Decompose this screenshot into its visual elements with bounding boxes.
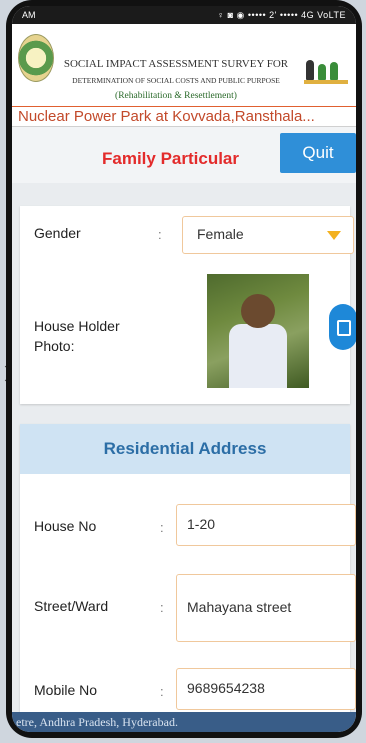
house-no-colon: : bbox=[160, 520, 164, 535]
section-title: Family Particular bbox=[102, 149, 240, 168]
house-no-value: 1-20 bbox=[187, 516, 216, 532]
family-particulars-card: Gender : Female House Holder Photo: bbox=[20, 206, 356, 404]
mobile-no-value: 9689654238 bbox=[187, 680, 265, 696]
mobile-no-label: Mobile No bbox=[34, 682, 98, 698]
app-screen: AM ♀ ◙ ◉ ••••• 2' ••••• 4G VoLTE SOCIAL … bbox=[12, 6, 356, 732]
state-emblem-logo bbox=[18, 34, 54, 82]
camera-button[interactable] bbox=[329, 304, 356, 350]
mobile-no-field[interactable]: 9689654238 bbox=[176, 668, 356, 710]
street-ward-label: Street/Ward bbox=[34, 598, 109, 614]
header-subtitle: DETERMINATION OF SOCIAL COSTS AND PUBLIC… bbox=[72, 76, 280, 85]
gender-colon: : bbox=[158, 227, 162, 242]
app-header: SOCIAL IMPACT ASSESSMENT SURVEY FOR DETE… bbox=[12, 24, 356, 127]
status-time: AM bbox=[22, 10, 36, 20]
residential-address-card: Residential Address House No : 1-20 Stre… bbox=[20, 424, 356, 724]
footer-bar: etre, Andhra Pradesh, Hyderabad. bbox=[12, 712, 356, 732]
quit-button[interactable]: Quit bbox=[280, 133, 356, 173]
street-ward-colon: : bbox=[160, 600, 164, 615]
residential-address-heading: Residential Address bbox=[20, 424, 350, 474]
house-holder-photo bbox=[207, 274, 309, 388]
photo-label: House Holder Photo: bbox=[34, 318, 120, 354]
house-no-label: House No bbox=[34, 518, 97, 534]
camera-icon bbox=[337, 320, 351, 336]
status-bar: AM ♀ ◙ ◉ ••••• 2' ••••• 4G VoLTE bbox=[12, 6, 356, 24]
gender-select[interactable]: Female bbox=[182, 216, 354, 254]
gender-label: Gender bbox=[34, 225, 81, 241]
street-ward-field[interactable]: Mahayana street bbox=[176, 574, 356, 642]
mobile-no-colon: : bbox=[160, 684, 164, 699]
header-title: SOCIAL IMPACT ASSESSMENT SURVEY FOR bbox=[63, 58, 289, 70]
dropdown-arrow-icon bbox=[327, 231, 341, 240]
section-header: Family Particular Quit bbox=[12, 127, 356, 183]
phone-frame: AM ♀ ◙ ◉ ••••• 2' ••••• 4G VoLTE SOCIAL … bbox=[6, 0, 362, 738]
project-name: Nuclear Power Park at Kovvada,Ransthala.… bbox=[12, 106, 356, 127]
gender-value: Female bbox=[197, 226, 244, 242]
header-rr: (Rehabilitation & Resettlement) bbox=[115, 91, 237, 101]
house-no-field[interactable]: 1-20 bbox=[176, 504, 356, 546]
status-indicators: ♀ ◙ ◉ ••••• 2' ••••• 4G VoLTE bbox=[217, 9, 346, 20]
street-ward-value: Mahayana street bbox=[187, 599, 292, 615]
family-logo bbox=[304, 54, 348, 84]
